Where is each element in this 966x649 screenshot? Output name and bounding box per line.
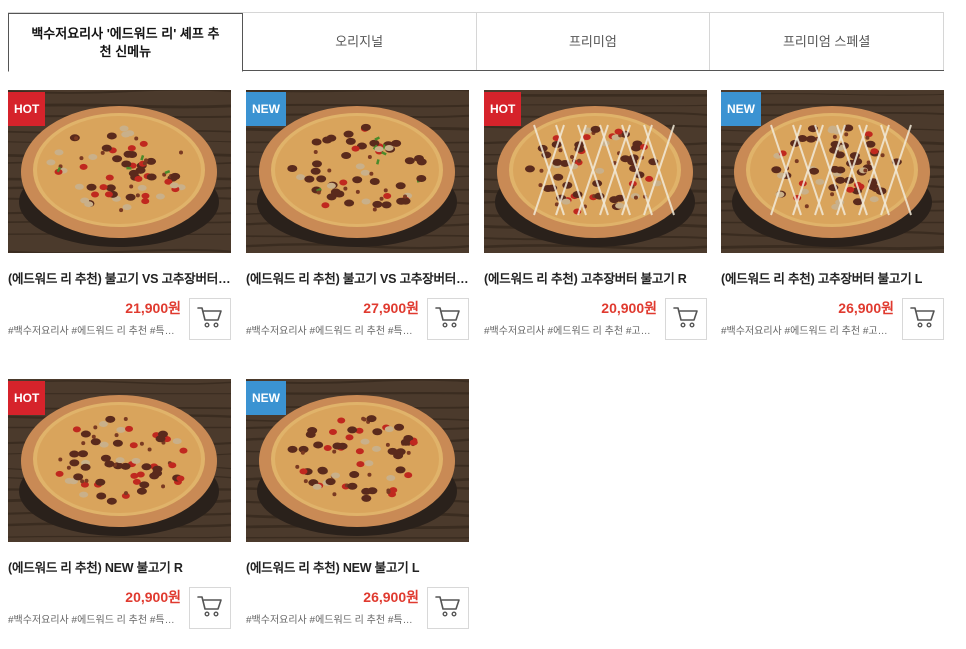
add-to-cart-button[interactable] — [427, 298, 469, 340]
product-tags: #백수저요리사 #에드워드 리 추천 #고추장버터 — [721, 326, 891, 337]
product-card: NEW (에드워드 리 추천) 고추장버터 불고기 L 26,900원 #백수저… — [721, 90, 944, 350]
product-price: 20,900원 — [601, 300, 657, 316]
new-badge: NEW — [246, 92, 286, 126]
product-tags: #백수저요리사 #에드워드 리 추천 #특별한 맛 — [8, 615, 178, 626]
product-name[interactable]: (에드워드 리 추천) NEW 불고기 R — [8, 557, 231, 576]
add-to-cart-button[interactable] — [189, 587, 231, 629]
new-badge: NEW — [721, 92, 761, 126]
tab-chef-recommend[interactable]: 백수저요리사 '에드워드 리' 셰프 추천 신메뉴 — [8, 13, 243, 72]
product-name[interactable]: (에드워드 리 추천) NEW 불고기 L — [246, 557, 469, 576]
product-card: HOT (에드워드 리 추천) 불고기 VS 고추장버터불고기 R 21,900… — [8, 90, 231, 350]
product-price: 27,900원 — [363, 300, 419, 316]
tab-premium-special[interactable]: 프리미엄 스페셜 — [710, 13, 944, 70]
add-to-cart-button[interactable] — [189, 298, 231, 340]
product-card: NEW (에드워드 리 추천) 불고기 VS 고추장버터불고기 L 27,900… — [246, 90, 469, 350]
product-price: 26,900원 — [838, 300, 894, 316]
category-tabs: 백수저요리사 '에드워드 리' 셰프 추천 신메뉴 오리지널 프리미엄 프리미엄… — [8, 12, 944, 72]
product-tags: #백수저요리사 #에드워드 리 추천 #특별한 맛 — [246, 326, 416, 337]
product-card: HOT (에드워드 리 추천) 고추장버터 불고기 R 20,900원 #백수저… — [484, 90, 707, 350]
product-tags: #백수저요리사 #에드워드 리 추천 #특별한 맛 — [8, 326, 178, 337]
add-to-cart-button[interactable] — [427, 587, 469, 629]
cart-icon — [435, 594, 461, 623]
product-name[interactable]: (에드워드 리 추천) 고추장버터 불고기 L — [721, 268, 944, 287]
tab-premium[interactable]: 프리미엄 — [476, 13, 711, 70]
cart-icon — [197, 305, 223, 334]
product-price: 26,900원 — [363, 589, 419, 605]
new-badge: NEW — [246, 381, 286, 415]
product-tags: #백수저요리사 #에드워드 리 추천 #고추장버터 — [484, 326, 654, 337]
tab-original[interactable]: 오리지널 — [242, 13, 477, 70]
product-card: NEW (에드워드 리 추천) NEW 불고기 L 26,900원 #백수저요리… — [246, 379, 469, 639]
product-price: 20,900원 — [125, 589, 181, 605]
hot-badge: HOT — [8, 92, 46, 126]
add-to-cart-button[interactable] — [902, 298, 944, 340]
cart-icon — [435, 305, 461, 334]
cart-icon — [910, 305, 936, 334]
add-to-cart-button[interactable] — [665, 298, 707, 340]
cart-icon — [673, 305, 699, 334]
product-name[interactable]: (에드워드 리 추천) 불고기 VS 고추장버터불고기 L — [246, 268, 469, 287]
product-price: 21,900원 — [125, 300, 181, 316]
hot-badge: HOT — [8, 381, 46, 415]
hot-badge: HOT — [484, 92, 522, 126]
product-name[interactable]: (에드워드 리 추천) 불고기 VS 고추장버터불고기 R — [8, 268, 231, 287]
product-name[interactable]: (에드워드 리 추천) 고추장버터 불고기 R — [484, 268, 707, 287]
product-card: HOT (에드워드 리 추천) NEW 불고기 R 20,900원 #백수저요리… — [8, 379, 231, 639]
product-tags: #백수저요리사 #에드워드 리 추천 #특별한 맛 — [246, 615, 416, 626]
cart-icon — [197, 594, 223, 623]
